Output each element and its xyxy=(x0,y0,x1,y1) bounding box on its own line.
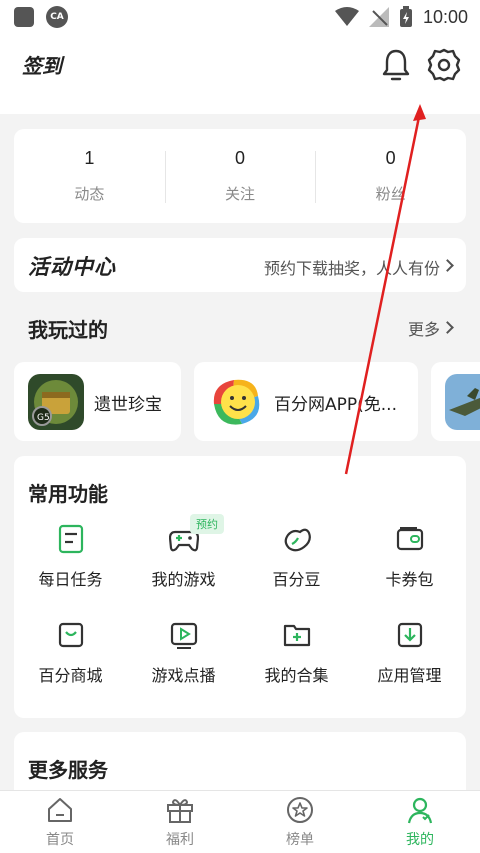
chevron-right-icon xyxy=(441,259,454,272)
stat-label: 粉丝 xyxy=(375,185,406,203)
more-link[interactable]: 更多 xyxy=(408,316,440,340)
func-app-manage[interactable]: 应用管理 xyxy=(353,614,466,710)
func-label: 每日任务 xyxy=(38,570,103,589)
func-daily-task[interactable]: 每日任务 xyxy=(14,518,127,614)
func-label: 我的游戏 xyxy=(151,570,216,589)
bean-icon xyxy=(284,528,311,552)
func-collection[interactable]: 我的合集 xyxy=(240,614,353,710)
folder-add-icon xyxy=(283,624,310,647)
func-label: 百分豆 xyxy=(272,570,321,589)
signal-icon xyxy=(368,7,389,27)
bell-icon[interactable] xyxy=(381,48,411,82)
game-card[interactable] xyxy=(431,362,480,441)
func-label: 游戏点播 xyxy=(151,666,216,685)
signin-button[interactable]: 签到 xyxy=(22,50,62,79)
stat-posts[interactable]: 1 动态 xyxy=(14,129,165,223)
battery-icon xyxy=(399,6,412,27)
shop-icon xyxy=(58,622,83,648)
services-title: 更多服务 xyxy=(28,758,108,782)
stat-value: 0 xyxy=(385,148,396,168)
nav-welfare[interactable]: 福利 xyxy=(120,791,240,853)
func-wallet[interactable]: 卡券包 xyxy=(353,518,466,614)
stat-label: 关注 xyxy=(225,185,256,203)
activity-center-banner[interactable]: 活动中心 预约下载抽奖，人人有份 xyxy=(14,238,466,292)
game-icon xyxy=(208,374,264,430)
activity-desc: 预约下载抽奖，人人有份 xyxy=(263,259,440,278)
nav-mine[interactable]: 我的 xyxy=(360,791,480,853)
gift-icon xyxy=(167,799,193,823)
stats-card: 1 动态 0 关注 0 粉丝 xyxy=(14,129,466,223)
func-shop[interactable]: 百分商城 xyxy=(14,614,127,710)
reserve-badge: 预约 xyxy=(190,514,224,534)
func-label: 应用管理 xyxy=(377,666,442,685)
home-icon xyxy=(48,798,72,822)
game-icon: G5 xyxy=(28,374,84,430)
nav-ranking[interactable]: 榜单 xyxy=(240,791,360,853)
stat-following[interactable]: 0 关注 xyxy=(164,129,316,223)
func-game-play[interactable]: 游戏点播 xyxy=(127,614,240,710)
download-icon xyxy=(397,622,422,648)
nav-label: 榜单 xyxy=(286,832,314,848)
star-badge-icon xyxy=(287,797,313,823)
wifi-icon xyxy=(334,7,359,26)
played-title: 我玩过的 xyxy=(28,318,108,342)
play-icon xyxy=(170,622,197,649)
nav-label: 福利 xyxy=(166,832,194,848)
stat-fans[interactable]: 0 粉丝 xyxy=(315,129,466,223)
bottom-nav: 首页 福利 榜单 我的 xyxy=(0,790,480,853)
game-card[interactable]: G5 遗世珍宝 xyxy=(14,362,181,441)
game-name: 遗世珍宝 xyxy=(94,395,162,415)
chevron-right-icon[interactable] xyxy=(441,321,454,334)
activity-title: 活动中心 xyxy=(28,255,116,279)
nav-home[interactable]: 首页 xyxy=(0,791,120,853)
clock: 10:00 xyxy=(422,6,468,27)
func-label: 百分商城 xyxy=(38,666,103,685)
user-icon xyxy=(407,797,433,824)
header: 签到 xyxy=(0,34,480,114)
cloud-notification-icon: CA xyxy=(46,6,68,28)
nav-label: 首页 xyxy=(46,832,74,848)
task-icon xyxy=(58,524,83,554)
functions-title: 常用功能 xyxy=(28,482,108,506)
wallet-icon xyxy=(396,527,423,551)
func-bean[interactable]: 百分豆 xyxy=(240,518,353,614)
app-notification-icon xyxy=(14,7,34,27)
nav-label: 我的 xyxy=(406,832,434,848)
svg-text:G5: G5 xyxy=(37,413,50,423)
func-label: 我的合集 xyxy=(264,666,329,685)
stat-value: 0 xyxy=(235,148,246,168)
game-name: 百分网APP(免... xyxy=(274,395,397,415)
stat-value: 1 xyxy=(84,148,95,168)
game-card[interactable]: 百分网APP(免... xyxy=(194,362,418,441)
stat-label: 动态 xyxy=(74,185,105,203)
game-icon xyxy=(445,374,480,430)
gear-icon[interactable] xyxy=(427,48,461,82)
common-functions-card: 常用功能 每日任务 我的游戏 百分豆 卡券包 百分商城 游戏点播 我的合集 应用… xyxy=(14,456,466,718)
status-bar: CA 10:00 xyxy=(0,0,480,34)
func-label: 卡券包 xyxy=(385,570,434,589)
